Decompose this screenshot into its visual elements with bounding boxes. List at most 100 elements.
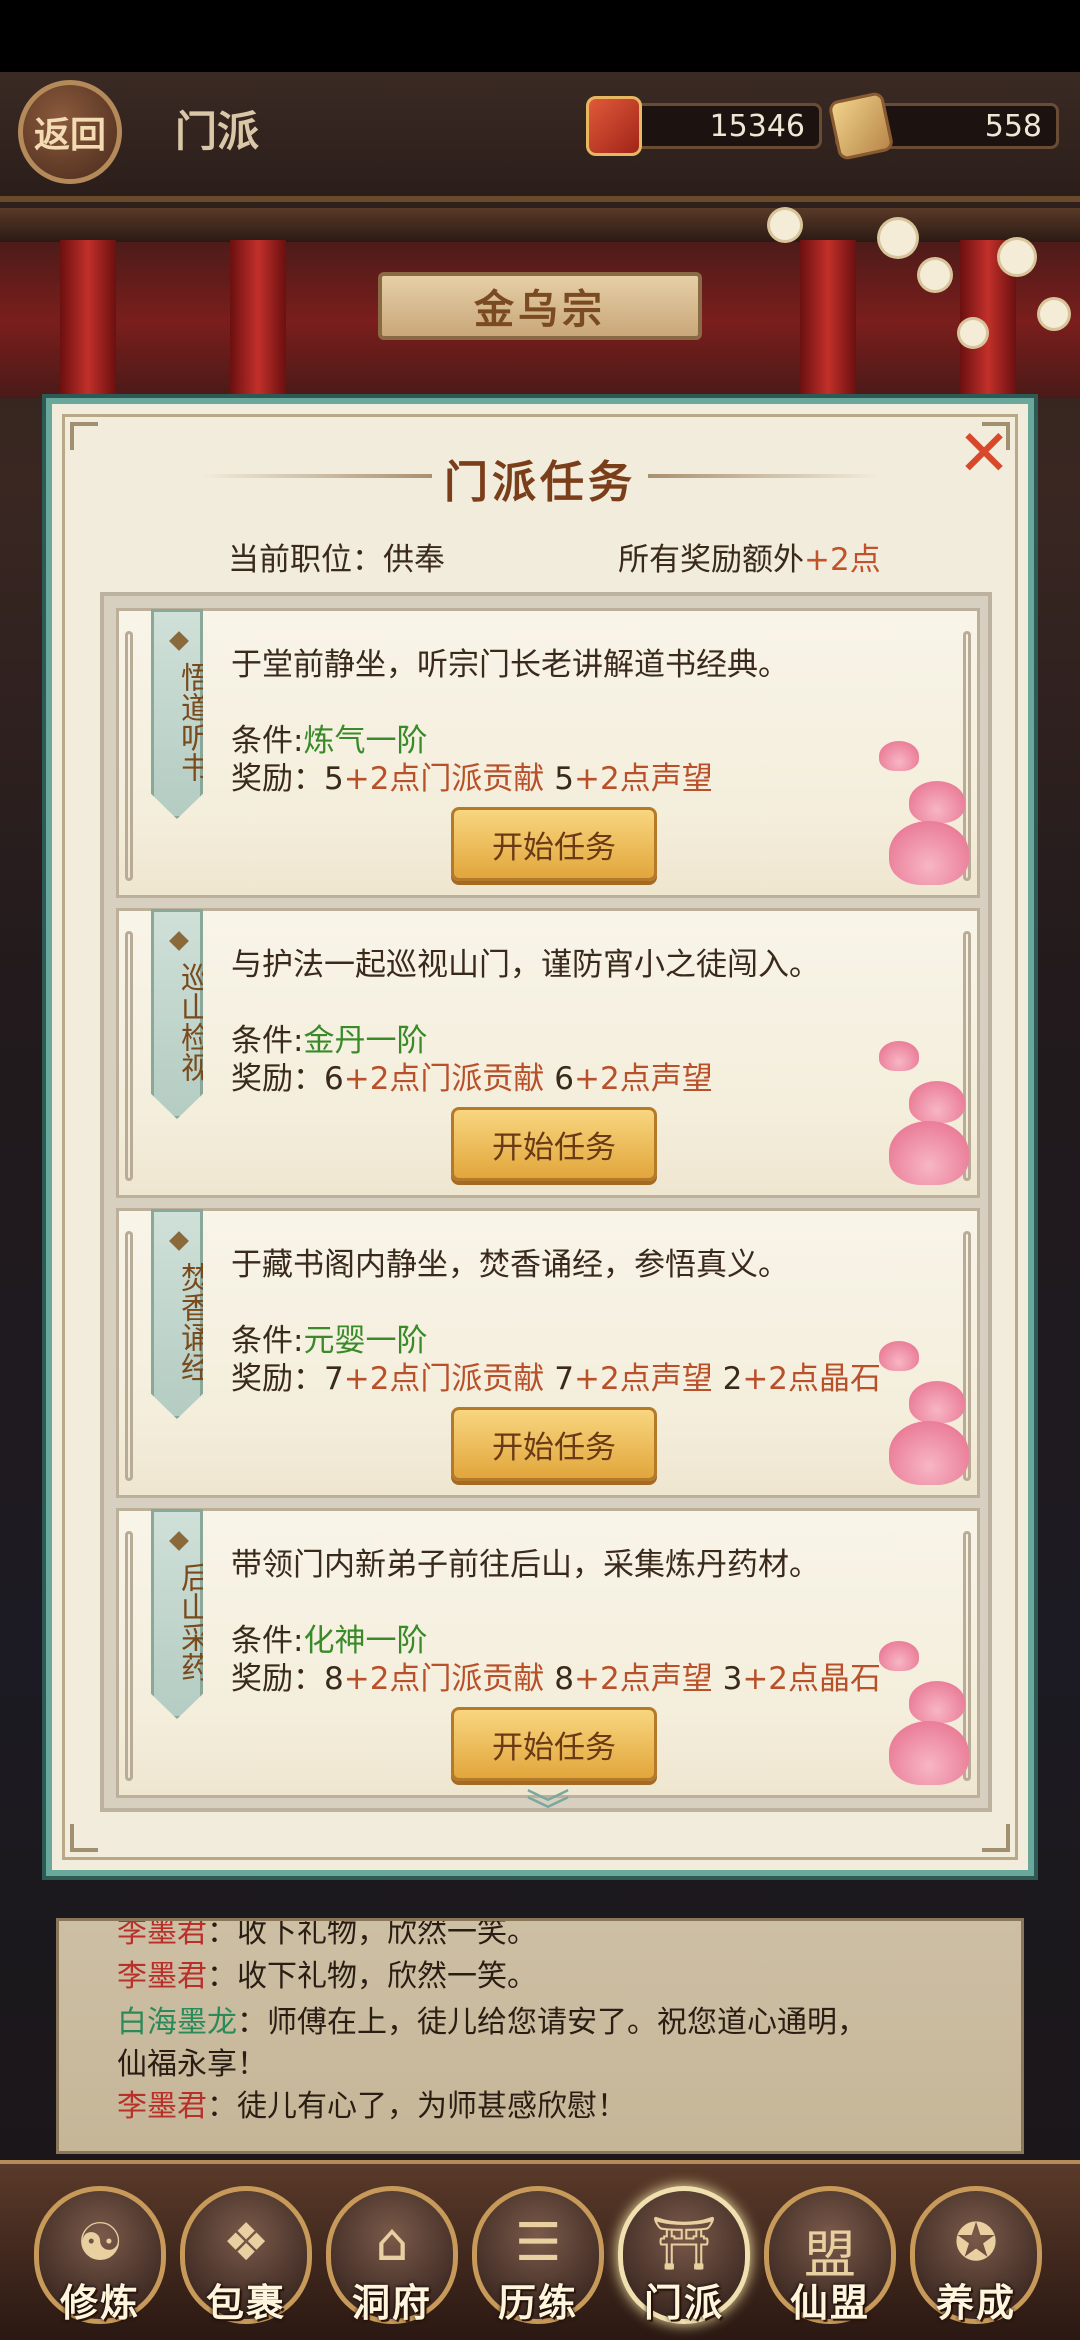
nav-item-alliance[interactable]: 盟仙盟	[764, 2186, 896, 2325]
blossom-decoration	[1000, 240, 1034, 274]
task-card: 巡山检视 与护法一起巡视山门，谨防宵小之徒闯入。 条件:金丹一阶 奖励：6+2点…	[116, 908, 980, 1198]
current-position: 当前职位：供奉	[228, 534, 445, 579]
chat-separator: ：	[207, 1959, 237, 1994]
chat-line: 李墨君：收下礼物，欣然一笑。	[117, 1918, 537, 1951]
lotus-decoration	[879, 741, 919, 771]
blossom-decoration	[960, 320, 986, 346]
chat-line: 白海墨龙：师傅在上，徒儿给您请安了。祝您道心通明，	[117, 1997, 867, 2041]
reward-bonus: +2点门派贡献	[343, 761, 545, 797]
card-rail	[125, 1531, 133, 1781]
reward-label: 奖励：	[231, 761, 324, 797]
bonus-label: 所有奖励额外	[618, 542, 804, 578]
hall-pillar	[230, 240, 286, 400]
blossom-decoration	[880, 220, 916, 256]
nav-label: 包裹	[205, 2280, 286, 2325]
chat-line: 仙福永享！	[117, 2039, 267, 2083]
card-rail	[125, 931, 133, 1181]
reward-base: 7	[554, 1361, 575, 1397]
nav-item-sect[interactable]: ⛩ 门派	[618, 2186, 750, 2325]
task-name-ribbon: 巡山检视	[151, 909, 203, 1119]
page-title: 门派	[175, 107, 260, 156]
nav-item-nurture[interactable]: ✪ 养成	[910, 2186, 1042, 2325]
bag-icon: ❖	[222, 2213, 270, 2273]
sect-name-plaque: 金乌宗	[378, 272, 702, 340]
task-card: 焚香诵经 于藏书阁内静坐，焚香诵经，参悟真义。 条件:元婴一阶 奖励：7+2点门…	[116, 1208, 980, 1498]
nav-label: 养成	[935, 2280, 1016, 2325]
lotus-decoration	[879, 1341, 919, 1371]
lotus-decoration	[879, 1041, 919, 1071]
blossom-decoration	[770, 210, 800, 240]
reward-label: 奖励：	[231, 1661, 324, 1697]
chat-separator: ：	[207, 1918, 237, 1950]
nav-item-cultivate[interactable]: ☯ 修炼	[34, 2186, 166, 2325]
task-reward: 奖励：6+2点门派贡献 6+2点声望	[231, 1053, 713, 1098]
task-reward: 奖励：8+2点门派贡献 8+2点声望 3+2点晶石	[231, 1653, 881, 1698]
diamond-icon	[169, 631, 189, 651]
task-reward: 奖励：7+2点门派贡献 7+2点声望 2+2点晶石	[231, 1353, 881, 1398]
cultivator-icon: ☯	[76, 2213, 124, 2273]
blossom-decoration	[920, 260, 950, 290]
lotus-decoration	[889, 1421, 969, 1485]
nav-label: 历练	[497, 2280, 578, 2325]
chat-text: 收下礼物，欣然一笑。	[237, 1959, 537, 1994]
resource-value-2: 558	[984, 108, 1042, 144]
chat-speaker: 白海墨龙	[117, 2005, 237, 2040]
reward-base: 2	[722, 1361, 743, 1397]
nav-label: 修炼	[59, 2280, 140, 2325]
task-name: 悟道听书	[175, 662, 210, 782]
nav-item-bag[interactable]: ❖ 包裹	[180, 2186, 312, 2325]
reward-bonus: +2点声望	[574, 761, 713, 797]
pentagram-icon: ✪	[954, 2213, 998, 2273]
lotus-decoration	[909, 1681, 965, 1723]
hall-beam	[0, 208, 1080, 242]
reward-bonus: +2点声望	[574, 1661, 713, 1697]
diamond-icon	[169, 1531, 189, 1551]
nav-item-cave[interactable]: ⌂ 洞府	[326, 2186, 458, 2325]
resource-value-1: 15346	[709, 108, 805, 144]
diamond-icon	[169, 931, 189, 951]
task-list[interactable]: 悟道听书 于堂前静坐，听宗门长老讲解道书经典。 条件:炼气一阶 奖励：5+2点门…	[100, 592, 992, 1812]
treasure-pouch-icon	[586, 96, 642, 156]
chat-text: 徒儿有心了，为师甚感欣慰！	[237, 2089, 627, 2124]
task-description: 于藏书阁内静坐，焚香诵经，参悟真义。	[231, 1247, 789, 1283]
reward-bonus: +2点晶石	[742, 1661, 882, 1697]
start-task-button[interactable]: 开始任务	[451, 1107, 657, 1181]
hall-pillar	[800, 240, 856, 400]
chevron-down-icon[interactable]: ︾	[518, 1790, 578, 1834]
start-task-button[interactable]: 开始任务	[451, 1407, 657, 1481]
chat-text: 师傅在上，徒儿给您请安了。祝您道心通明，	[267, 2005, 867, 2040]
reward-bonus: +2点门派贡献	[343, 1361, 545, 1397]
chat-speaker: 李墨君	[117, 1918, 207, 1950]
task-card: 后山采药 带领门内新弟子前往后山，采集炼丹药材。 条件:化神一阶 奖励：8+2点…	[116, 1508, 980, 1798]
start-task-button[interactable]: 开始任务	[451, 807, 657, 881]
scroll-icon: ☰	[514, 2213, 562, 2273]
lotus-decoration	[889, 1121, 969, 1185]
chat-line: 李墨君：收下礼物，欣然一笑。	[117, 1951, 537, 1995]
reward-label: 奖励：	[231, 1061, 324, 1097]
lotus-decoration	[879, 1641, 919, 1671]
reward-base: 5	[324, 761, 344, 797]
reward-bonus-note: 所有奖励额外+2点	[618, 534, 881, 579]
nav-item-training[interactable]: ☰ 历练	[472, 2186, 604, 2325]
reward-base: 8	[324, 1661, 344, 1697]
scroll-icon	[827, 90, 895, 162]
start-task-button[interactable]: 开始任务	[451, 1707, 657, 1781]
reward-base: 6	[324, 1061, 344, 1097]
task-name-ribbon: 焚香诵经	[151, 1209, 203, 1419]
status-bar	[0, 0, 1080, 72]
task-name: 后山采药	[175, 1562, 210, 1682]
chat-log[interactable]: 李墨君：收下礼物，欣然一笑。 李墨君：收下礼物，欣然一笑。 白海墨龙：师傅在上，…	[56, 1918, 1024, 2154]
close-icon[interactable]: ✕	[954, 422, 1014, 486]
chat-speaker: 李墨君	[117, 2089, 207, 2124]
reward-base: 6	[554, 1061, 575, 1097]
cave-house-icon: ⌂	[375, 2213, 409, 2273]
back-button[interactable]: 返回	[18, 80, 122, 184]
position-label: 当前职位：	[228, 542, 383, 578]
reward-bonus: +2点声望	[574, 1061, 713, 1097]
sect-hall-icon: ⛩	[650, 2214, 717, 2274]
reward-label: 奖励：	[231, 1361, 324, 1397]
alliance-icon: 盟	[803, 2226, 856, 2286]
reward-base: 8	[554, 1661, 575, 1697]
hall-pillar	[60, 240, 116, 400]
task-description: 带领门内新弟子前往后山，采集炼丹药材。	[231, 1547, 820, 1583]
